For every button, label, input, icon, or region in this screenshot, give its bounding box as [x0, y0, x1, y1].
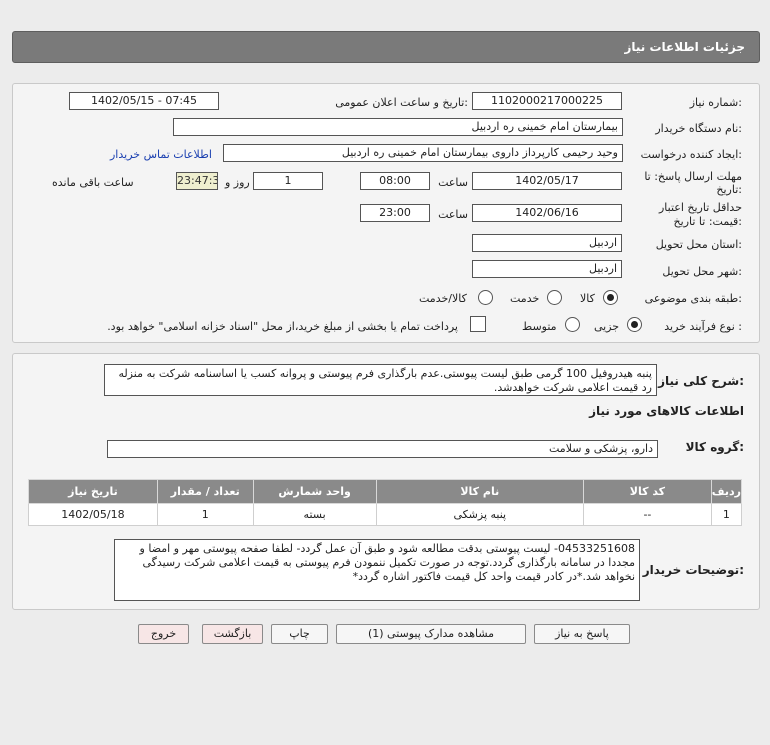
purchase-option-minor-radio[interactable]	[627, 317, 642, 332]
purchase-type-label: نوع فرآیند خرید :	[664, 320, 742, 333]
purchase-option-minor-label: جزیی	[594, 320, 620, 333]
column-header-code: کد کالا	[583, 479, 712, 504]
category-option-service-radio[interactable]	[547, 290, 562, 305]
announce-datetime-label: تاریخ و ساعت اعلان عمومی:	[335, 96, 468, 109]
requester-label: ایجاد کننده درخواست:	[640, 148, 742, 161]
summary-label: شرح کلی نیاز:	[658, 374, 744, 388]
buyer-notes-label: توضیحات خریدار:	[642, 563, 744, 577]
category-option-goods-radio[interactable]	[603, 290, 618, 305]
goods-section-title: اطلاعات کالاهای مورد نیاز	[589, 404, 744, 418]
view-attachments-button[interactable]: مشاهده مدارک پیوستی (1)	[336, 624, 526, 644]
summary-text: پنبه هیدروفیل 100 گرمی طبق لیست پیوستی.ع…	[104, 364, 657, 396]
category-option-both-label: کالا/خدمت	[419, 292, 467, 305]
purchase-option-medium-label: متوسط	[522, 320, 557, 333]
cell-need-date: 1402/05/18	[28, 503, 158, 526]
page-header: جزئیات اطلاعات نیاز	[12, 31, 760, 63]
cell-goods-name: پنبه پزشکی	[375, 503, 585, 526]
cell-goods-code: --	[583, 503, 712, 526]
deadline-time-label: ساعت	[438, 176, 468, 189]
days-label: روز و	[225, 176, 250, 189]
buyer-notes-text: 04533251608- لیست پیوستی بدقت مطالعه شود…	[114, 539, 640, 601]
back-button[interactable]: بازگشت	[202, 624, 263, 644]
buyer-org-field: بیمارستان امام خمینی ره اردبیل	[173, 118, 623, 136]
cell-quantity: 1	[156, 503, 254, 526]
announce-datetime-field: 1402/05/15 - 07:45	[69, 92, 219, 110]
category-label: طبقه بندی موضوعی:	[644, 292, 742, 305]
goods-table-header: ردیف کد کالا نام کالا واحد شمارش تعداد /…	[28, 479, 743, 504]
validity-label-date: قیمت: تا تاریخ:	[673, 215, 742, 228]
validity-time-label: ساعت	[438, 208, 468, 221]
column-header-row: ردیف	[710, 479, 743, 504]
remaining-time-field: 23:47:30	[176, 172, 218, 190]
city-field: اردبیل	[472, 260, 622, 278]
treasury-payment-note: پرداخت تمام یا بخشی از مبلغ خرید،از محل …	[107, 320, 458, 333]
cell-unit: بسته	[252, 503, 377, 526]
cell-row-number: 1	[710, 503, 743, 526]
city-label: شهر محل تحویل:	[662, 265, 742, 278]
deadline-time-field: 08:00	[360, 172, 430, 190]
reply-to-need-button[interactable]: پاسخ به نیاز	[534, 624, 630, 644]
days-remaining-field: 1	[253, 172, 323, 190]
validity-time-field: 23:00	[360, 204, 430, 222]
print-button[interactable]: چاپ	[271, 624, 328, 644]
goods-table: ردیف کد کالا نام کالا واحد شمارش تعداد /…	[28, 479, 743, 526]
province-field: اردبیل	[472, 234, 622, 252]
need-number-field: 1102000217000225	[472, 92, 622, 110]
treasury-payment-checkbox[interactable]	[470, 316, 486, 332]
exit-button[interactable]: خروج	[138, 624, 189, 644]
goods-group-label: گروه کالا:	[685, 440, 744, 454]
deadline-label-date: تاریخ:	[716, 183, 742, 196]
need-number-label: شماره نیاز:	[689, 96, 742, 109]
category-option-goods-label: کالا	[580, 292, 595, 305]
table-row: 1 -- پنبه پزشکی بسته 1 1402/05/18	[28, 503, 743, 526]
column-header-unit: واحد شمارش	[252, 479, 377, 504]
column-header-quantity: تعداد / مقدار	[156, 479, 254, 504]
deadline-label: مهلت ارسال پاسخ: تا	[644, 170, 742, 183]
purchase-option-medium-radio[interactable]	[565, 317, 580, 332]
requester-field: وحید رحیمی کارپرداز داروی بیمارستان امام…	[223, 144, 623, 162]
goods-group-field: دارو، پزشکی و سلامت	[107, 440, 658, 458]
buyer-org-label: نام دستگاه خریدار:	[655, 122, 742, 135]
page-title: جزئیات اطلاعات نیاز	[624, 40, 745, 54]
category-option-both-radio[interactable]	[478, 290, 493, 305]
remaining-time-label: ساعت باقی مانده	[52, 176, 134, 189]
column-header-need-date: تاریخ نیاز	[28, 479, 158, 504]
validity-date-field: 1402/06/16	[472, 204, 622, 222]
province-label: استان محل تحویل:	[655, 238, 742, 251]
buyer-contact-link[interactable]: اطلاعات تماس خریدار	[110, 148, 212, 161]
column-header-name: نام کالا	[375, 479, 585, 504]
deadline-date-field: 1402/05/17	[472, 172, 622, 190]
validity-label: حداقل تاریخ اعتبار	[658, 201, 742, 214]
category-option-service-label: خدمت	[510, 292, 540, 305]
